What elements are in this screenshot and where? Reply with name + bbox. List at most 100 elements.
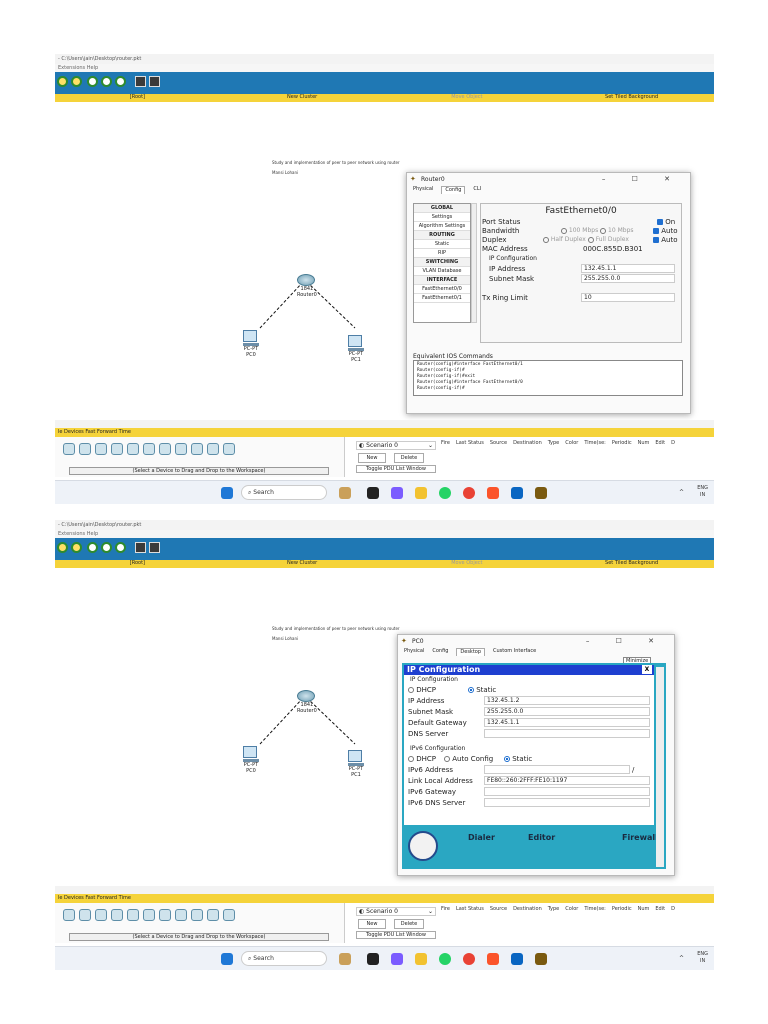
- tab-physical[interactable]: Physical: [404, 648, 424, 656]
- ip-address-input[interactable]: 132.45.1.1: [581, 264, 675, 273]
- new-scenario-button[interactable]: New: [358, 919, 386, 929]
- undo-icon[interactable]: [57, 542, 68, 553]
- link-local-input[interactable]: FE80::260:2FFF:FE10:1197: [484, 776, 650, 785]
- sidebar-item-fa01[interactable]: FastEthernet0/1: [414, 294, 470, 303]
- set-tiled-background-button[interactable]: Set Tiled Background: [549, 94, 714, 102]
- scenario-select[interactable]: ◐ Scenario 0 ⌄: [356, 907, 436, 916]
- ipv6-auto-config-radio[interactable]: Auto Config: [444, 755, 493, 763]
- tab-config[interactable]: Config: [432, 648, 448, 656]
- dns-server-input[interactable]: [484, 729, 650, 738]
- close-ip-config-button[interactable]: X: [642, 665, 652, 674]
- file-explorer-icon[interactable]: [415, 487, 427, 499]
- device-router-icon[interactable]: [127, 443, 139, 455]
- device-router-icon[interactable]: [111, 443, 123, 455]
- redo-icon[interactable]: [71, 76, 82, 87]
- widgets-icon[interactable]: [339, 953, 351, 965]
- windows-start-icon[interactable]: [221, 487, 233, 499]
- move-object-button[interactable]: Move Object: [385, 560, 550, 568]
- device-router-icon[interactable]: [63, 443, 75, 455]
- device-router-icon[interactable]: [159, 909, 171, 921]
- device-router-icon[interactable]: [143, 443, 155, 455]
- default-gateway-input[interactable]: 132.45.1.1: [484, 718, 650, 727]
- device-router-icon[interactable]: [175, 909, 187, 921]
- sidebar-item-algorithm-settings[interactable]: Algorithm Settings: [414, 222, 470, 231]
- static-radio[interactable]: Static: [468, 686, 496, 694]
- undo-icon[interactable]: [57, 76, 68, 87]
- copilot-icon[interactable]: [391, 953, 403, 965]
- root-button[interactable]: [Root]: [55, 560, 220, 568]
- copilot-icon[interactable]: [391, 487, 403, 499]
- ipv6-address-input[interactable]: [484, 765, 630, 774]
- device-router-icon[interactable]: [95, 443, 107, 455]
- ip-address-input[interactable]: 132.45.1.2: [484, 696, 650, 705]
- widgets-icon[interactable]: [339, 487, 351, 499]
- workspace[interactable]: Study and implementation of peer to peer…: [55, 568, 714, 886]
- sidebar-item-fa00[interactable]: FastEthernet0/0: [414, 285, 470, 294]
- linkedin-icon[interactable]: [511, 487, 523, 499]
- horizontal-scrollbar[interactable]: [55, 886, 714, 894]
- device-router-icon[interactable]: [191, 443, 203, 455]
- brave-icon[interactable]: [487, 487, 499, 499]
- sidebar-item-settings[interactable]: Settings: [414, 213, 470, 222]
- toggle-pdu-button[interactable]: Toggle PDU List Window: [356, 931, 436, 939]
- ipv6-dns-input[interactable]: [484, 798, 650, 807]
- chrome-icon[interactable]: [463, 953, 475, 965]
- palette-icon[interactable]: [135, 542, 146, 553]
- bandwidth-options[interactable]: 100 Mbps 10 Mbps: [561, 227, 634, 234]
- device-router-icon[interactable]: [127, 909, 139, 921]
- tab-desktop[interactable]: Desktop: [456, 648, 486, 656]
- pc1-device[interactable]: PC-PT PC1: [348, 750, 364, 778]
- device-router-icon[interactable]: [207, 443, 219, 455]
- sidebar-scrollbar[interactable]: [471, 203, 477, 323]
- redo-icon[interactable]: [71, 542, 82, 553]
- device-router-icon[interactable]: [79, 443, 91, 455]
- device-router-icon[interactable]: [207, 909, 219, 921]
- duplex-options[interactable]: Half Duplex Full Duplex: [543, 236, 629, 243]
- tab-config[interactable]: Config: [441, 186, 466, 194]
- task-view-icon[interactable]: [367, 953, 379, 965]
- new-cluster-button[interactable]: New Cluster: [220, 94, 385, 102]
- delete-scenario-button[interactable]: Delete: [394, 919, 424, 929]
- pc0-device[interactable]: PC-PT PC0: [243, 330, 259, 358]
- language-indicator[interactable]: ENG IN: [697, 951, 708, 965]
- device-router-icon[interactable]: [223, 443, 235, 455]
- tray-chevron-icon[interactable]: ^: [679, 489, 684, 496]
- router0-device[interactable]: 1841 Router0: [297, 690, 317, 714]
- horizontal-scrollbar[interactable]: [55, 420, 714, 428]
- window-controls[interactable]: – ☐ ✕: [586, 637, 666, 645]
- tray-chevron-icon[interactable]: ^: [679, 955, 684, 962]
- device-router-icon[interactable]: [79, 909, 91, 921]
- dhcp-radio[interactable]: DHCP: [408, 686, 436, 694]
- task-view-icon[interactable]: [367, 487, 379, 499]
- duplex-auto[interactable]: Auto: [653, 236, 678, 244]
- zoom-reset-icon[interactable]: [101, 76, 112, 87]
- pc1-device[interactable]: PC-PT PC1: [348, 335, 364, 363]
- delete-scenario-button[interactable]: Delete: [394, 453, 424, 463]
- whatsapp-icon[interactable]: [439, 487, 451, 499]
- scenario-select[interactable]: ◐ Scenario 0 ⌄: [356, 441, 436, 450]
- device-router-icon[interactable]: [191, 909, 203, 921]
- toggle-pdu-button[interactable]: Toggle PDU List Window: [356, 465, 436, 473]
- zoom-out-icon[interactable]: [115, 542, 126, 553]
- new-scenario-button[interactable]: New: [358, 453, 386, 463]
- device-router-icon[interactable]: [95, 909, 107, 921]
- zoom-reset-icon[interactable]: [101, 542, 112, 553]
- file-explorer-icon[interactable]: [415, 953, 427, 965]
- router0-device[interactable]: 1841 Router0: [297, 274, 317, 298]
- ipv6-static-radio[interactable]: Static: [504, 755, 532, 763]
- taskbar-search[interactable]: ⌕ Search: [241, 485, 327, 500]
- menu-bar[interactable]: Extensions Help: [55, 64, 714, 72]
- packet-tracer-icon[interactable]: [535, 953, 547, 965]
- whatsapp-icon[interactable]: [439, 953, 451, 965]
- language-indicator[interactable]: ENG IN: [697, 485, 708, 499]
- sidebar-item-vlan-database[interactable]: VLAN Database: [414, 267, 470, 276]
- subnet-mask-input[interactable]: 255.255.0.0: [484, 707, 650, 716]
- custom-device-icon[interactable]: [149, 542, 160, 553]
- tx-ring-limit-input[interactable]: 10: [581, 293, 675, 302]
- new-cluster-button[interactable]: New Cluster: [220, 560, 385, 568]
- zoom-in-icon[interactable]: [87, 76, 98, 87]
- zoom-in-icon[interactable]: [87, 542, 98, 553]
- subnet-mask-input[interactable]: 255.255.0.0: [581, 274, 675, 283]
- set-tiled-background-button[interactable]: Set Tiled Background: [549, 560, 714, 568]
- chrome-icon[interactable]: [463, 487, 475, 499]
